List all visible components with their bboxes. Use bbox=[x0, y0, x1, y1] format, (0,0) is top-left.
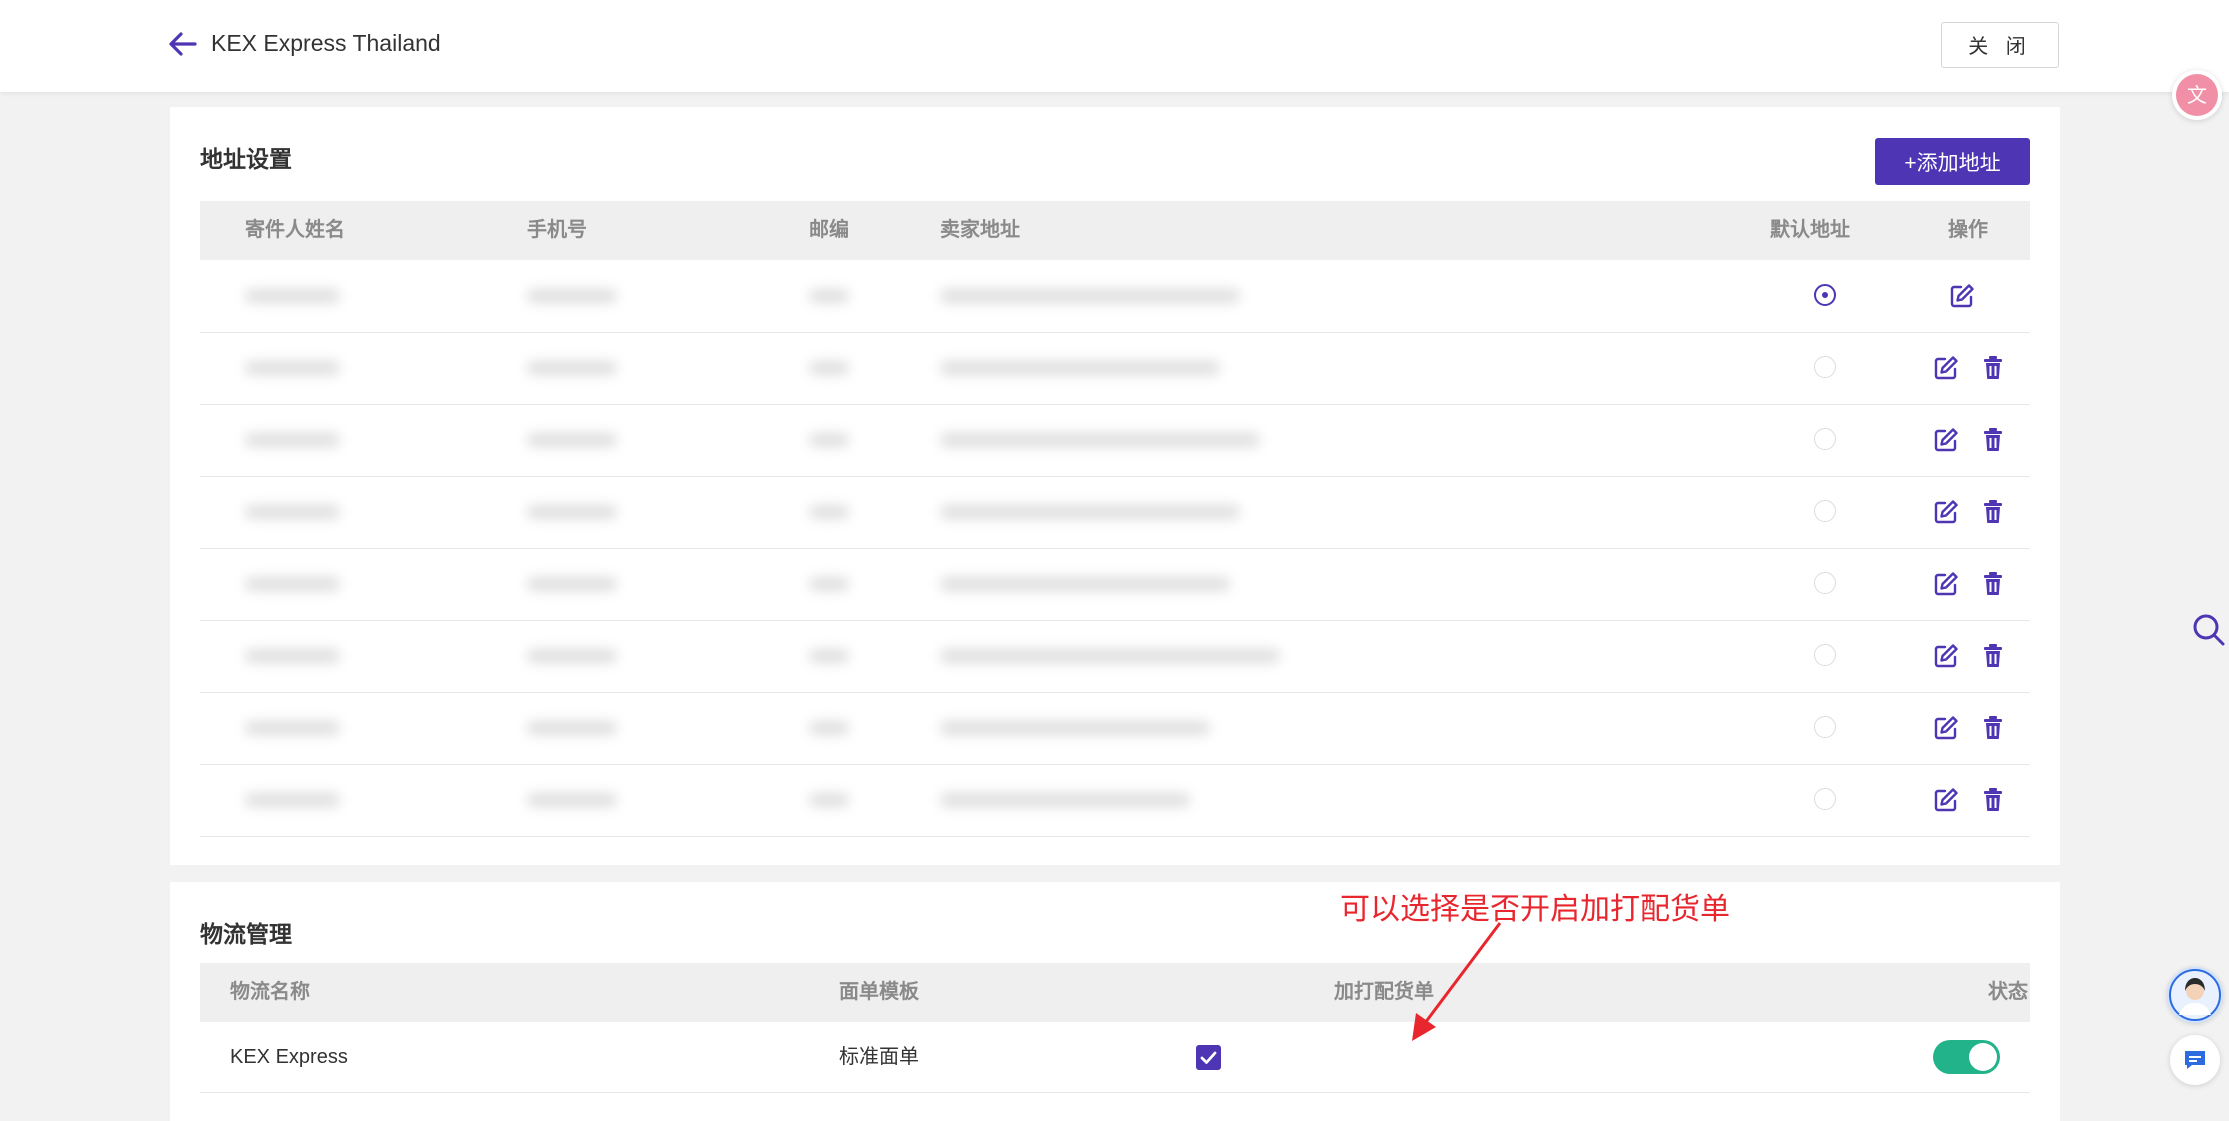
redacted-address bbox=[940, 793, 1190, 807]
redacted-sender-name bbox=[245, 649, 340, 663]
logistics-section-title: 物流管理 bbox=[200, 921, 292, 947]
redacted-sender-name bbox=[245, 721, 340, 735]
column-actions: 操作 bbox=[1948, 219, 1988, 241]
trash-icon[interactable] bbox=[1979, 426, 2007, 454]
edit-icon[interactable] bbox=[1932, 354, 1960, 382]
logistics-name: KEX Express bbox=[230, 1046, 348, 1068]
default-address-radio[interactable] bbox=[1814, 716, 1836, 738]
default-address-radio[interactable] bbox=[1814, 428, 1836, 450]
table-row bbox=[200, 620, 2030, 693]
column-sender-name: 寄件人姓名 bbox=[245, 219, 345, 241]
redacted-postcode bbox=[809, 649, 849, 663]
redacted-phone bbox=[527, 577, 617, 591]
trash-icon[interactable] bbox=[1979, 570, 2007, 598]
default-address-radio[interactable] bbox=[1814, 500, 1836, 522]
table-row bbox=[200, 476, 2030, 549]
redacted-phone bbox=[527, 361, 617, 375]
redacted-phone bbox=[527, 721, 617, 735]
default-address-radio[interactable] bbox=[1814, 356, 1836, 378]
column-default-address: 默认地址 bbox=[1770, 219, 1850, 241]
edit-icon[interactable] bbox=[1932, 714, 1960, 742]
redacted-address bbox=[940, 289, 1240, 303]
address-section-title: 地址设置 bbox=[200, 146, 292, 172]
check-icon bbox=[1200, 1051, 1217, 1064]
edit-icon[interactable] bbox=[1948, 282, 1976, 310]
redacted-address bbox=[940, 721, 1210, 735]
redacted-sender-name bbox=[245, 289, 340, 303]
redacted-postcode bbox=[809, 289, 849, 303]
table-row bbox=[200, 332, 2030, 405]
arrow-left-icon[interactable] bbox=[167, 28, 199, 60]
packing-slip-checkbox[interactable] bbox=[1196, 1045, 1221, 1070]
close-button[interactable]: 关 闭 bbox=[1941, 22, 2059, 68]
redacted-address bbox=[940, 577, 1230, 591]
edit-icon[interactable] bbox=[1932, 786, 1960, 814]
logistics-management-card: 物流管理 物流名称 面单模板 加打配货单 状态 KEX Express 标准面单 bbox=[170, 882, 2060, 1121]
edit-icon[interactable] bbox=[1932, 570, 1960, 598]
redacted-phone bbox=[527, 793, 617, 807]
column-status: 状态 bbox=[1988, 981, 2028, 1003]
template-name: 标准面单 bbox=[839, 1046, 919, 1068]
svg-text:文: 文 bbox=[2187, 83, 2207, 107]
redacted-sender-name bbox=[245, 505, 340, 519]
address-table-header: 寄件人姓名 手机号 邮编 卖家地址 默认地址 操作 bbox=[200, 201, 2030, 260]
support-avatar[interactable] bbox=[2167, 967, 2223, 1023]
address-settings-card: 地址设置 +添加地址 寄件人姓名 手机号 邮编 卖家地址 默认地址 操作 bbox=[170, 107, 2060, 865]
redacted-address bbox=[940, 649, 1280, 663]
top-bar: KEX Express Thailand 关 闭 bbox=[0, 0, 2229, 92]
redacted-postcode bbox=[809, 361, 849, 375]
redacted-postcode bbox=[809, 793, 849, 807]
column-seller-address: 卖家地址 bbox=[940, 219, 1020, 241]
redacted-postcode bbox=[809, 505, 849, 519]
status-toggle[interactable] bbox=[1933, 1040, 2000, 1074]
trash-icon[interactable] bbox=[1979, 642, 2007, 670]
column-logistics-name: 物流名称 bbox=[230, 981, 310, 1003]
redacted-phone bbox=[527, 433, 617, 447]
chat-icon bbox=[2185, 1051, 2205, 1069]
redacted-sender-name bbox=[245, 793, 340, 807]
redacted-phone bbox=[527, 505, 617, 519]
table-row bbox=[200, 548, 2030, 621]
redacted-address bbox=[940, 433, 1260, 447]
redacted-sender-name bbox=[245, 577, 340, 591]
page-title: KEX Express Thailand bbox=[211, 30, 441, 56]
translate-icon: 文 bbox=[2176, 74, 2218, 116]
add-address-button[interactable]: +添加地址 bbox=[1875, 138, 2030, 185]
redacted-sender-name bbox=[245, 433, 340, 447]
redacted-address bbox=[940, 361, 1220, 375]
edit-icon[interactable] bbox=[1932, 642, 1960, 670]
default-address-radio[interactable] bbox=[1814, 644, 1836, 666]
table-row bbox=[200, 404, 2030, 477]
table-row bbox=[200, 692, 2030, 765]
column-phone: 手机号 bbox=[527, 219, 587, 241]
redacted-phone bbox=[527, 289, 617, 303]
column-template: 面单模板 bbox=[839, 981, 919, 1003]
redacted-postcode bbox=[809, 721, 849, 735]
annotation-text: 可以选择是否开启加打配货单 bbox=[1340, 893, 1730, 926]
edit-icon[interactable] bbox=[1932, 498, 1960, 526]
redacted-phone bbox=[527, 649, 617, 663]
logistics-table-header: 物流名称 面单模板 加打配货单 状态 bbox=[200, 963, 2030, 1022]
trash-icon[interactable] bbox=[1979, 354, 2007, 382]
redacted-postcode bbox=[809, 577, 849, 591]
default-address-radio[interactable] bbox=[1814, 284, 1836, 306]
translate-button[interactable]: 文 bbox=[2172, 70, 2222, 120]
trash-icon[interactable] bbox=[1979, 714, 2007, 742]
default-address-radio[interactable] bbox=[1814, 788, 1836, 810]
redacted-sender-name bbox=[245, 361, 340, 375]
trash-icon[interactable] bbox=[1979, 498, 2007, 526]
table-row: KEX Express 标准面单 bbox=[200, 1022, 2030, 1093]
table-row bbox=[200, 764, 2030, 837]
column-postcode: 邮编 bbox=[809, 219, 849, 241]
redacted-postcode bbox=[809, 433, 849, 447]
chat-button[interactable] bbox=[2170, 1035, 2220, 1085]
trash-icon[interactable] bbox=[1979, 786, 2007, 814]
edit-icon[interactable] bbox=[1932, 426, 1960, 454]
default-address-radio[interactable] bbox=[1814, 572, 1836, 594]
redacted-address bbox=[940, 505, 1240, 519]
search-icon[interactable] bbox=[2192, 613, 2226, 647]
table-row bbox=[200, 260, 2030, 333]
annotation-arrow bbox=[1412, 922, 1502, 1041]
